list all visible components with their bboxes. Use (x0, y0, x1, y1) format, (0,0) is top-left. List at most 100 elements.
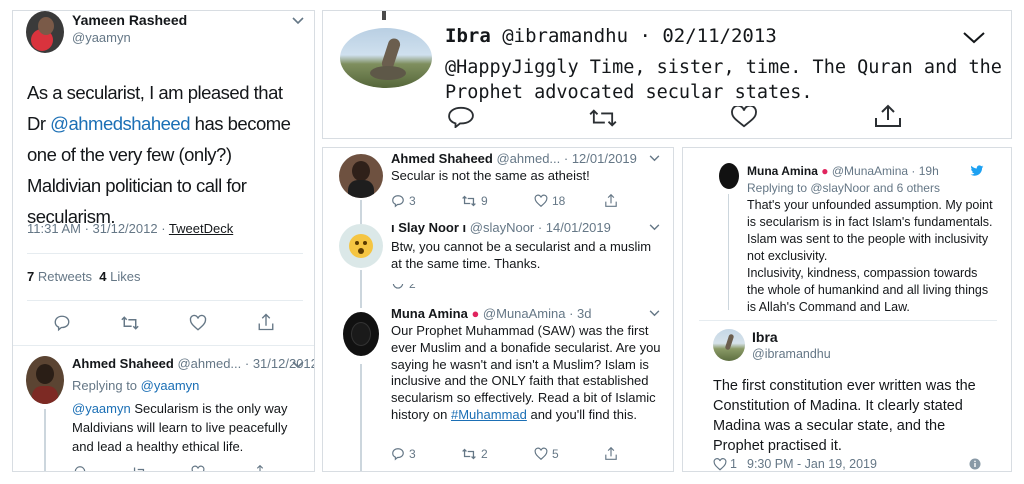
tweet-header: Muna Amina ● @MunaAmina · 19h (747, 164, 939, 178)
handle-date[interactable]: @ibramandhu · 02/11/2013 (502, 25, 777, 47)
reply-icon[interactable] (53, 314, 71, 332)
reply-icon[interactable] (391, 284, 405, 291)
avatar[interactable] (339, 154, 383, 198)
reply-icon[interactable] (73, 465, 87, 471)
replying-to-handle[interactable]: @yaamyn (141, 378, 200, 393)
avatar[interactable] (339, 308, 383, 360)
chevron-down-icon[interactable] (292, 361, 304, 369)
like-icon[interactable] (730, 106, 758, 128)
share-icon[interactable] (873, 103, 903, 129)
like-count: 1 (730, 457, 737, 471)
share-icon[interactable] (257, 312, 275, 332)
rose-emoji-icon: ● (471, 306, 480, 321)
retweet-icon[interactable] (120, 314, 140, 332)
reply-header: Ahmed Shaheed @ahmed... · 31/12/2012 (72, 356, 314, 371)
author-handle[interactable]: @yaamyn (72, 30, 131, 45)
chevron-down-icon[interactable] (649, 155, 660, 162)
retweets-label[interactable]: Retweets (38, 269, 92, 284)
chevron-down-icon[interactable] (649, 224, 660, 231)
like-icon[interactable] (191, 465, 205, 471)
share-icon[interactable] (253, 464, 267, 471)
tweet-header: Ibra @ibramandhu · 02/11/2013 (445, 25, 777, 47)
retweet-icon[interactable] (587, 107, 619, 129)
thread-line (360, 364, 362, 471)
rose-emoji-icon: ● (821, 164, 829, 178)
handle-time[interactable]: @MunaAmina · 19h (832, 164, 939, 178)
reply-count: 3 (409, 447, 416, 461)
replying-to[interactable]: Replying to @slayNoor and 6 others (747, 181, 940, 195)
info-icon[interactable] (969, 458, 981, 470)
hashtag-link[interactable]: #Muhammad (451, 407, 527, 422)
chevron-down-icon[interactable] (963, 32, 985, 44)
reply-author-name[interactable]: Ahmed Shaheed (72, 356, 174, 371)
mention-link[interactable]: @yaamyn (72, 401, 131, 416)
like-icon[interactable] (189, 314, 207, 332)
reply-author-name[interactable]: Ibra (752, 329, 778, 345)
tweet-panel-yameen: Yameen Rasheed @yaamyn As a secularist, … (12, 10, 315, 472)
tweet-text: Our Prophet Muhammad (SAW) was the first… (391, 323, 663, 424)
author-name[interactable]: Muna Amina (747, 164, 818, 178)
mention-link[interactable]: @ahmedshaheed (50, 113, 190, 134)
tweet-text-part: and you'll find this. (526, 406, 638, 422)
retweet-icon[interactable] (461, 447, 477, 461)
reply-text: @yaamyn Secularism is the only way Maldi… (72, 399, 306, 456)
avatar[interactable] (713, 329, 745, 361)
retweet-count: 9 (481, 194, 488, 208)
chevron-down-icon[interactable] (292, 17, 304, 25)
author-name[interactable]: ı Slay Noor ı (391, 220, 466, 235)
tweet-timestamp: 11:31 AM · 31/12/2012 · TweetDeck (27, 221, 233, 236)
timestamp-text: 11:31 AM · 31/12/2012 · (27, 221, 169, 236)
avatar[interactable] (26, 11, 64, 53)
action-row-cropped: 2 (391, 284, 631, 292)
author-name[interactable]: Yameen Rasheed (72, 12, 187, 28)
reply-handle[interactable]: @ibramandhu (752, 347, 831, 361)
reply-text: The first constitution ever written was … (713, 378, 976, 454)
avatar[interactable] (339, 224, 383, 268)
avatar[interactable] (26, 356, 64, 404)
avatar[interactable] (340, 28, 432, 88)
reply-count: 2 (409, 284, 416, 291)
likes-label[interactable]: Likes (110, 269, 140, 284)
tweet-header: Ahmed Shaheed @ahmed... · 12/01/2019 (391, 151, 637, 166)
likes-count[interactable]: 4 (99, 269, 106, 284)
share-icon[interactable] (604, 446, 618, 461)
reply-icon[interactable] (391, 447, 405, 461)
like-icon[interactable] (534, 447, 548, 461)
twitter-bird-icon[interactable] (970, 165, 984, 177)
like-count: 18 (552, 194, 566, 208)
retweet-count: 2 (481, 447, 488, 461)
like-icon[interactable] (713, 458, 727, 471)
replying-to-text: Replying to (72, 378, 141, 393)
retweet-icon[interactable] (461, 194, 477, 208)
reply-icon[interactable] (447, 106, 475, 128)
like-icon[interactable] (534, 194, 548, 208)
tweet-text: Inclusivity, kindness, compassion toward… (747, 266, 989, 314)
retweet-icon[interactable] (131, 465, 147, 471)
handle-date[interactable]: @slayNoor · 14/01/2019 (470, 220, 611, 235)
handle-date[interactable]: @ahmed... · 12/01/2019 (496, 151, 636, 166)
retweets-count[interactable]: 7 (27, 269, 34, 284)
tweet-thread-panel: Ahmed Shaheed @ahmed... · 12/01/2019 Sec… (322, 147, 674, 472)
author-name[interactable]: Ibra (445, 25, 491, 47)
share-icon[interactable] (604, 193, 618, 208)
handle-date[interactable]: @MunaAmina · 3d (483, 306, 592, 321)
reply-icon[interactable] (391, 194, 405, 208)
author-name[interactable]: Muna Amina (391, 306, 468, 321)
thread-marker (382, 11, 386, 20)
thread-line (44, 409, 46, 471)
thread-line (360, 270, 362, 308)
chevron-down-icon[interactable] (649, 310, 660, 317)
tweet-text: Btw, you cannot be a secularist and a mu… (391, 239, 652, 271)
like-count: 5 (552, 447, 559, 461)
author-name[interactable]: Ahmed Shaheed (391, 151, 493, 166)
divider (27, 253, 303, 254)
tweet-text: As a secularist, I am pleased that Dr @a… (27, 77, 305, 232)
divider (13, 345, 314, 346)
tweet-text: Secular is not the same as atheist! (391, 168, 590, 183)
source-link[interactable]: TweetDeck (169, 221, 233, 236)
reply-count: 3 (409, 194, 416, 208)
divider (699, 320, 997, 321)
timestamp[interactable]: 9:30 PM - Jan 19, 2019 (747, 457, 877, 471)
tweet-header: Muna Amina ● @MunaAmina · 3d (391, 306, 592, 321)
avatar[interactable] (717, 161, 741, 191)
